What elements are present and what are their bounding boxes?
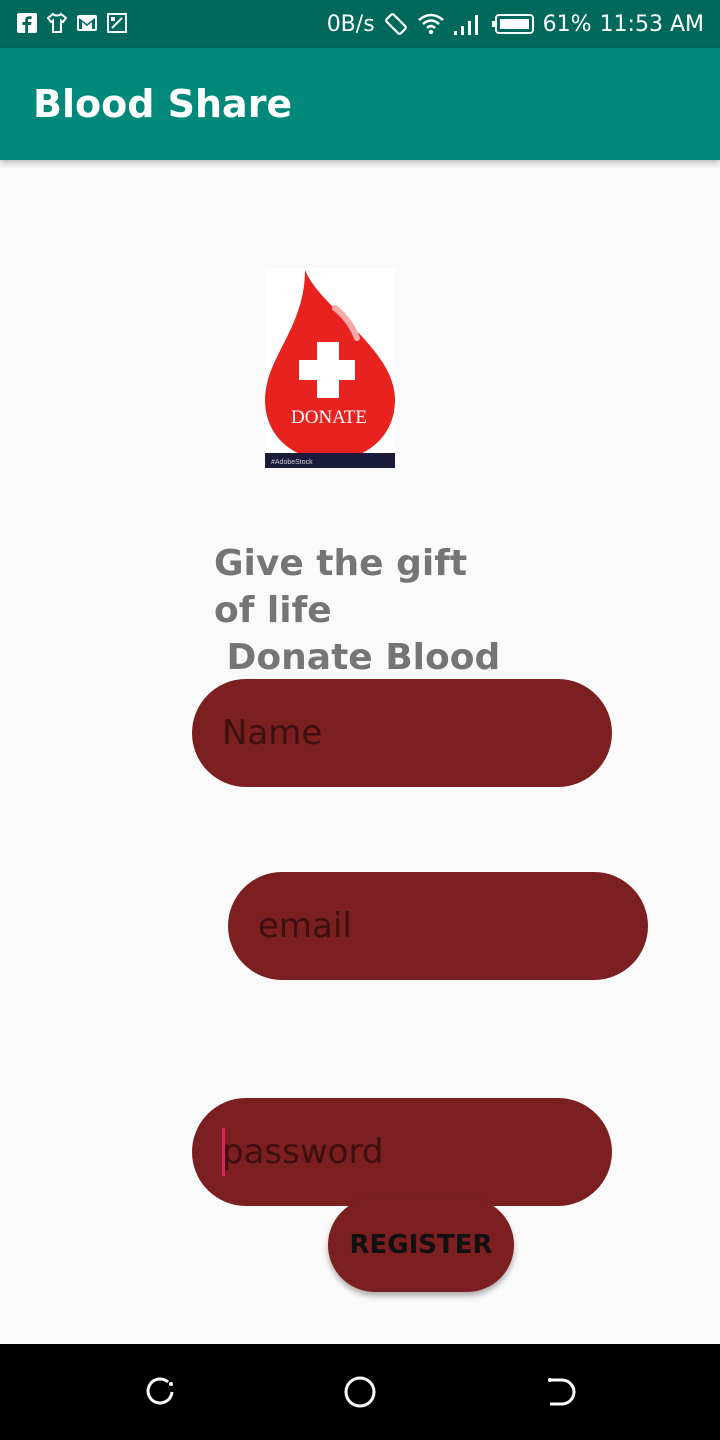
stock-label: #AdobeStock [271, 459, 313, 466]
battery-icon [491, 14, 534, 34]
name-input[interactable] [222, 713, 582, 753]
name-field[interactable] [192, 679, 612, 787]
navigation-bar [0, 1344, 720, 1440]
screenshot-icon [107, 13, 127, 33]
email-input[interactable] [258, 906, 618, 946]
blood-drop-icon: DONATE #AdobeStock [265, 270, 395, 468]
battery-percent: 61% [542, 11, 592, 37]
back-icon[interactable] [542, 1374, 578, 1410]
password-field[interactable] [192, 1098, 612, 1206]
tshirt-icon [46, 12, 68, 33]
notification-icons [16, 12, 128, 34]
text-cursor [222, 1128, 225, 1176]
clock: 11:53 AM [599, 11, 704, 37]
facebook-icon [17, 13, 37, 33]
recent-apps-icon[interactable] [142, 1374, 178, 1410]
register-button[interactable]: REGISTER [328, 1198, 514, 1292]
app-title: Blood Share [33, 82, 293, 126]
gmail-icon [77, 15, 97, 31]
password-input[interactable] [222, 1132, 582, 1172]
home-icon[interactable] [342, 1374, 378, 1410]
network-speed: 0B/s [326, 11, 375, 37]
email-field[interactable] [228, 872, 648, 980]
status-bar: 0B/s 61% 11:53 AM [0, 0, 720, 48]
rotate-icon [384, 13, 407, 35]
donate-text: DONATE [291, 407, 367, 428]
tagline: Give the gift of life Donate Blood [214, 543, 501, 678]
status-indicators: 0B/s 61% 11:53 AM [327, 0, 704, 48]
wifi-icon [417, 13, 444, 35]
app-bar: Blood Share [0, 48, 720, 160]
signal-icon [453, 15, 478, 35]
donate-logo: DONATE #AdobeStock [265, 268, 395, 468]
